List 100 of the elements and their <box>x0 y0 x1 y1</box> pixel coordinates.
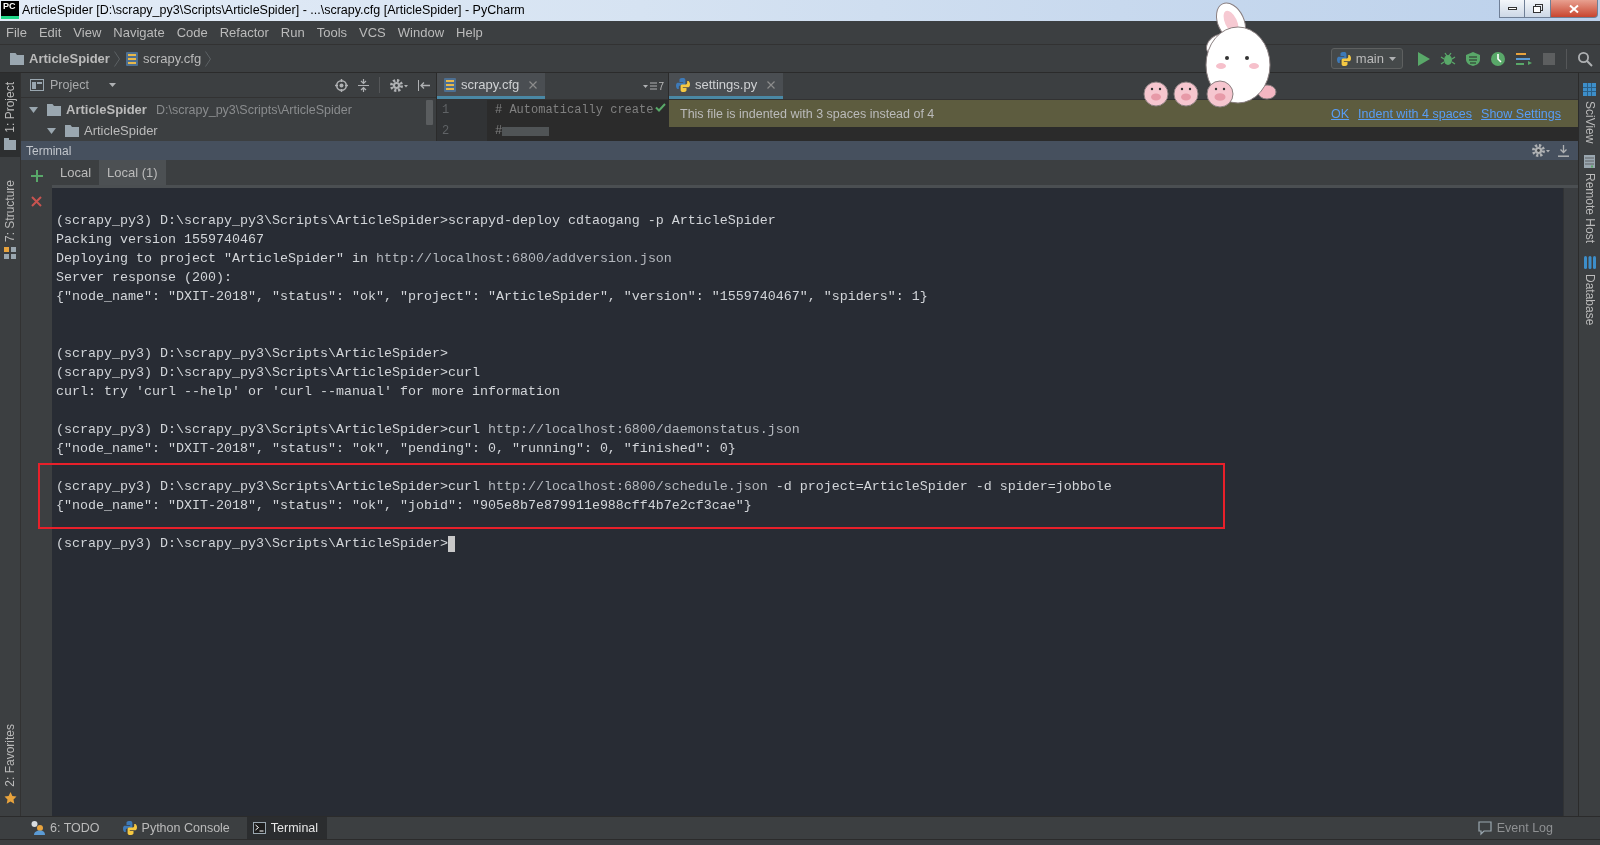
bars-icon[interactable] <box>1516 52 1532 65</box>
event-log-button[interactable]: Event Log <box>1471 817 1562 839</box>
folder-icon <box>47 103 61 116</box>
menu-item[interactable]: Help <box>450 22 489 43</box>
editor-tab[interactable]: scrapy.cfg <box>437 73 546 99</box>
terminal-icon <box>252 822 266 834</box>
crosshair-icon[interactable] <box>335 78 348 92</box>
python-icon <box>1336 51 1351 66</box>
dropdown-list-icon <box>643 82 658 90</box>
converging-arrows-icon[interactable] <box>358 78 369 92</box>
settings-icon[interactable] <box>1532 144 1550 157</box>
close-icon[interactable] <box>767 80 776 89</box>
tool-window-button[interactable]: Remote Host <box>1579 155 1600 244</box>
expand-arrow-icon[interactable] <box>47 127 56 134</box>
panel-layout-icon <box>30 79 44 91</box>
menu-item[interactable]: Run <box>274 22 311 43</box>
breadcrumb-item[interactable]: ArticleSpider <box>10 49 110 68</box>
tool-window-button[interactable]: 1: Project <box>0 73 20 157</box>
terminal-line: {"node_name": "DXIT-2018", "status": "ok", "project": "ArticleSpider", "version": "1559740467", "spiders": 1} <box>56 288 928 306</box>
minimize-button[interactable] <box>1499 0 1525 18</box>
down-arrow-icon[interactable] <box>1558 144 1569 157</box>
python-icon <box>122 821 137 835</box>
terminal-line: curl: try 'curl --help' or 'curl --manual' for more information <box>56 383 560 401</box>
tool-window-tab[interactable]: Terminal <box>246 817 328 839</box>
tool-window-tab[interactable]: Python Console <box>116 817 239 839</box>
folder-icon <box>10 52 24 65</box>
document-icon <box>444 77 456 92</box>
scrollbar-thumb[interactable] <box>426 100 433 125</box>
menu-item[interactable]: Tools <box>310 22 354 43</box>
menu-item[interactable]: File <box>0 22 33 43</box>
menu-item[interactable]: View <box>67 22 108 43</box>
python-icon <box>676 77 690 92</box>
close-icon <box>1569 4 1579 13</box>
clock-icon[interactable] <box>1491 51 1505 66</box>
tool-window-button[interactable]: 7: Structure <box>0 170 20 266</box>
caret-icon <box>1389 56 1396 61</box>
terminal-line: Server response (200): <box>56 269 232 287</box>
run-configuration-dropdown[interactable]: main <box>1330 48 1403 69</box>
document-icon <box>125 51 138 66</box>
add-icon[interactable] <box>30 170 43 182</box>
minimize-icon <box>1507 7 1517 10</box>
terminal-line: (scrapy_py3) D:\scrapy_py3\Scripts\ArticleSpider>curl <box>56 364 480 382</box>
chevron-icon <box>205 50 212 67</box>
table-icon <box>1583 83 1596 96</box>
terminal-link[interactable]: http://localhost:6800/daemonstatus.json <box>487 422 800 437</box>
close-icon[interactable] <box>529 80 538 89</box>
terminal-line: {"node_name": "DXIT-2018", "status": "ok", "jobid": "905e8b7e879911e988cff4b7e2cf3cae"} <box>56 497 752 515</box>
people-icon <box>31 821 45 835</box>
tree-item[interactable]: ArticleSpider <box>66 102 147 117</box>
breadcrumb-item[interactable]: scrapy.cfg <box>125 49 202 68</box>
close-icon[interactable] <box>31 196 42 207</box>
shield-icon[interactable] <box>1466 51 1480 66</box>
project-view-dropdown[interactable]: Project <box>30 78 116 92</box>
speech-bubble-icon <box>1477 821 1492 835</box>
terminal-line: {"node_name": "DXIT-2018", "status": "ok", "pending": 0, "running": 0, "finished": 0} <box>56 440 736 458</box>
window-title: ArticleSpider [D:\scrapy_py3\Scripts\ArticleSpider] - ...\scrapy.cfg [ArticleSpider] - PyCharm <box>22 2 526 19</box>
code-line: # Automatically create <box>495 102 654 119</box>
terminal-link[interactable]: http://localhost:6800/addversion.json <box>375 251 672 266</box>
terminal-link[interactable]: http://localhost:6800/schedule.json <box>487 479 768 494</box>
menu-item[interactable]: Window <box>391 22 451 43</box>
server-icon <box>1584 155 1595 169</box>
play-icon[interactable] <box>1418 51 1430 66</box>
close-window-button[interactable] <box>1551 0 1598 18</box>
folder-icon <box>65 124 79 137</box>
tool-window-button[interactable]: Database <box>1579 255 1600 325</box>
notification-message: This file is indented with 3 spaces instead of 4 <box>680 106 935 121</box>
tree-item-path: D:\scrapy_py3\Scripts\ArticleSpider <box>155 102 352 117</box>
menu-item[interactable]: Navigate <box>107 22 171 43</box>
session-tab[interactable]: Local <box>52 160 100 185</box>
tool-window-button[interactable]: 2: Favorites <box>0 715 20 816</box>
settings-icon[interactable] <box>390 78 408 92</box>
session-tab[interactable]: Local (1) <box>99 160 166 185</box>
code-line: # <box>495 123 503 140</box>
tree-item[interactable]: ArticleSpider <box>84 123 158 138</box>
menu-item[interactable]: Refactor <box>213 22 275 43</box>
restore-button[interactable] <box>1525 0 1551 18</box>
menu-item[interactable]: Edit <box>32 22 68 43</box>
panel-title: Terminal <box>26 143 72 158</box>
terminal-line: Deploying to project "ArticleSpider" in http://localhost:6800/addversion.json <box>56 250 672 268</box>
tool-window-button[interactable]: SciView <box>1579 83 1600 144</box>
tab-list-button[interactable]: 7 <box>643 73 668 99</box>
checkmark-icon <box>655 103 666 112</box>
star-icon <box>3 792 17 804</box>
tool-window-tab[interactable]: 6: TODO <box>25 817 109 839</box>
folder-icon <box>4 137 16 150</box>
terminal-line: (scrapy_py3) D:\scrapy_py3\Scripts\ArticleSpider> <box>56 345 448 363</box>
restore-icon <box>1532 4 1543 13</box>
arrow-to-bar-icon[interactable] <box>418 79 430 91</box>
menu-item[interactable]: Code <box>170 22 214 43</box>
editor-tab[interactable]: settings.py <box>669 73 784 99</box>
menu-item[interactable]: VCS <box>353 22 392 43</box>
terminal-line: (scrapy_py3) D:\scrapy_py3\Scripts\ArticleSpider>scrapyd-deploy cdtaogang -p ArticleSpider <box>56 212 776 230</box>
terminal-line: (scrapy_py3) D:\scrapy_py3\Scripts\ArticleSpider>curl http://localhost:6800/daemonstatus.json <box>56 421 800 439</box>
search-icon[interactable] <box>1578 51 1592 66</box>
terminal-line: Packing version 1559740467 <box>56 231 264 249</box>
squares-icon <box>4 246 16 259</box>
bug-icon[interactable] <box>1441 51 1455 66</box>
terminal-line: (scrapy_py3) D:\scrapy_py3\Scripts\ArticleSpider>curl http://localhost:6800/schedule.json -d project=ArticleSpider -d spider=jobbole <box>56 478 1112 496</box>
terminal-line: (scrapy_py3) D:\scrapy_py3\Scripts\ArticleSpider> <box>56 535 448 553</box>
expand-arrow-icon[interactable] <box>29 106 38 113</box>
